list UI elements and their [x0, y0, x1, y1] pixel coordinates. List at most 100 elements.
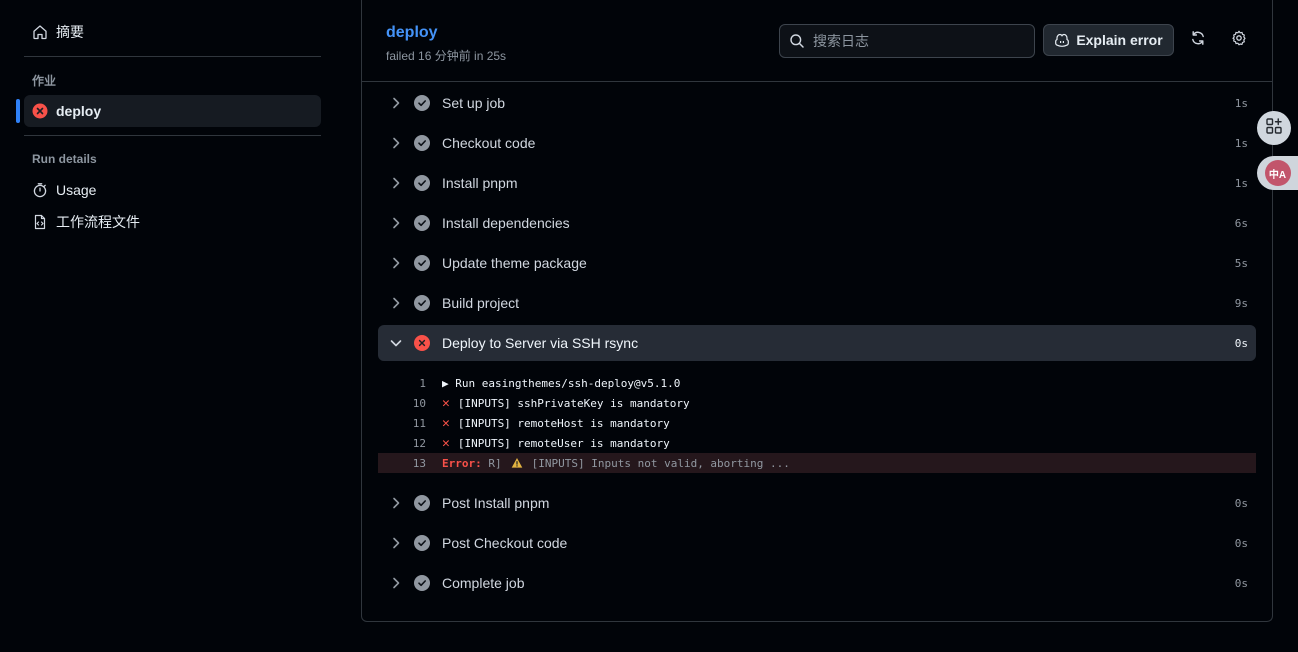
- check-circle-fill-icon: [414, 295, 430, 311]
- chevron-right-icon: [388, 175, 404, 191]
- step-log: 1 ▶ Run easingthemes/ssh-deploy@v5.1.0 1…: [378, 363, 1256, 483]
- line-number[interactable]: 11: [378, 417, 426, 430]
- step-row-failed[interactable]: Deploy to Server via SSH rsync 0s: [378, 325, 1256, 361]
- step-row[interactable]: Complete job 0s: [378, 563, 1256, 603]
- step-duration: 9s: [1234, 296, 1248, 310]
- translate-icon: 中A: [1264, 160, 1291, 186]
- step-row[interactable]: Post Install pnpm 0s: [378, 483, 1256, 523]
- log-text: [INPUTS] remoteHost is mandatory: [457, 416, 670, 430]
- line-number[interactable]: 1: [378, 377, 426, 390]
- gear-icon: [1231, 30, 1247, 51]
- sidebar-divider: [24, 135, 321, 136]
- step-name: Set up job: [442, 95, 506, 111]
- check-circle-fill-icon: [414, 215, 430, 231]
- step-duration: 0s: [1234, 536, 1248, 550]
- log-line-error[interactable]: 13 Error: R] [INPUTS] Inputs not valid, …: [378, 453, 1256, 473]
- log-line[interactable]: 12 ✕ [INPUTS] remoteUser is mandatory: [378, 433, 1256, 453]
- search-placeholder: 搜索日志: [813, 33, 869, 49]
- step-row[interactable]: Install pnpm 1s: [378, 163, 1256, 203]
- step-duration: 6s: [1234, 216, 1248, 230]
- apps-float-button[interactable]: [1257, 111, 1291, 145]
- chevron-right-icon: [388, 535, 404, 551]
- check-circle-fill-icon: [414, 535, 430, 551]
- settings-button[interactable]: [1228, 29, 1250, 51]
- log-line[interactable]: 10 ✕ [INPUTS] sshPrivateKey is mandatory: [378, 393, 1256, 413]
- check-circle-fill-icon: [414, 495, 430, 511]
- log-line[interactable]: 1 ▶ Run easingthemes/ssh-deploy@v5.1.0: [378, 373, 1256, 393]
- step-name: Install pnpm: [442, 175, 518, 191]
- chevron-right-icon: [388, 495, 404, 511]
- log-content: ✕ [INPUTS] sshPrivateKey is mandatory: [442, 396, 690, 411]
- step-name: Checkout code: [442, 135, 536, 151]
- step-duration: 0s: [1234, 576, 1248, 590]
- log-text: ▶ Run easingthemes/ssh-deploy@v5.1.0: [442, 376, 681, 390]
- step-name: Build project: [442, 295, 520, 311]
- apps-add-icon: [1265, 117, 1283, 140]
- check-circle-fill-icon: [414, 135, 430, 151]
- step-row[interactable]: Install dependencies 6s: [378, 203, 1256, 243]
- refresh-button[interactable]: [1187, 29, 1209, 51]
- jobs-heading: 作业: [32, 73, 57, 88]
- log-content: ✕ [INPUTS] remoteUser is mandatory: [442, 436, 670, 451]
- step-row[interactable]: Checkout code 1s: [378, 123, 1256, 163]
- step-duration: 0s: [1234, 336, 1248, 350]
- sidebar-item-usage[interactable]: Usage: [16, 174, 322, 206]
- check-circle-fill-icon: [414, 575, 430, 591]
- step-row[interactable]: Build project 9s: [378, 283, 1256, 323]
- step-row[interactable]: Update theme package 5s: [378, 243, 1256, 283]
- job-log-panel: deploy failed 16 分钟前 in 25s 搜索日志 Explain…: [361, 0, 1273, 622]
- log-text: [INPUTS] Inputs not valid, aborting ...: [531, 456, 790, 470]
- search-icon: [789, 33, 805, 49]
- translate-float-button[interactable]: 中A: [1257, 156, 1298, 190]
- sidebar-item-deploy[interactable]: deploy: [16, 95, 321, 127]
- check-circle-fill-icon: [414, 255, 430, 271]
- chevron-right-icon: [388, 575, 404, 591]
- x-circle-fill-icon: [32, 103, 48, 119]
- explain-error-label: Explain error: [1076, 32, 1163, 48]
- search-logs-input[interactable]: 搜索日志: [779, 24, 1035, 58]
- run-details-heading: Run details: [32, 152, 97, 166]
- chevron-right-icon: [388, 255, 404, 271]
- explain-error-button[interactable]: Explain error: [1043, 24, 1174, 56]
- sidebar-item-label: 工作流程文件: [56, 214, 140, 230]
- sidebar-item-label: deploy: [56, 103, 102, 119]
- sync-icon: [1190, 30, 1206, 51]
- log-content: Error: R] [INPUTS] Inputs not valid, abo…: [442, 457, 790, 470]
- line-number[interactable]: 12: [378, 437, 426, 450]
- file-code-icon: [32, 214, 48, 230]
- log-line[interactable]: 11 ✕ [INPUTS] remoteHost is mandatory: [378, 413, 1256, 433]
- step-row[interactable]: Post Checkout code 0s: [378, 523, 1256, 563]
- job-status-text: failed 16 分钟前 in 25s: [386, 49, 507, 63]
- home-icon: [32, 24, 48, 40]
- step-name: Install dependencies: [442, 215, 570, 231]
- chevron-right-icon: [388, 135, 404, 151]
- sidebar-item-summary[interactable]: 摘要: [16, 16, 322, 48]
- warning-icon: [511, 457, 523, 469]
- step-name: Complete job: [442, 575, 525, 591]
- check-circle-fill-icon: [414, 175, 430, 191]
- log-text: [INPUTS] remoteUser is mandatory: [457, 436, 670, 450]
- log-text: [INPUTS] sshPrivateKey is mandatory: [457, 396, 690, 410]
- sidebar-item-label: Usage: [56, 182, 97, 198]
- step-row[interactable]: Set up job 1s: [378, 83, 1256, 123]
- step-name: Post Install pnpm: [442, 495, 550, 511]
- x-circle-fill-icon: [414, 335, 430, 351]
- copilot-icon: [1054, 32, 1070, 48]
- log-text-prefix: R]: [481, 456, 502, 470]
- step-duration: 1s: [1234, 96, 1248, 110]
- job-title[interactable]: deploy: [386, 24, 438, 42]
- line-number[interactable]: 13: [378, 457, 426, 470]
- step-duration: 0s: [1234, 496, 1248, 510]
- step-duration: 5s: [1234, 256, 1248, 270]
- step-name: Deploy to Server via SSH rsync: [442, 335, 639, 351]
- step-duration: 1s: [1234, 136, 1248, 150]
- job-header: deploy failed 16 分钟前 in 25s 搜索日志 Explain…: [362, 0, 1272, 82]
- stopwatch-icon: [32, 182, 48, 198]
- line-number[interactable]: 10: [378, 397, 426, 410]
- x-mark-icon: ✕: [442, 435, 450, 451]
- chevron-down-icon: [388, 335, 404, 351]
- log-content: ✕ [INPUTS] remoteHost is mandatory: [442, 416, 670, 431]
- chevron-right-icon: [388, 215, 404, 231]
- sidebar-item-label: 摘要: [56, 24, 84, 40]
- sidebar-item-workflow-file[interactable]: 工作流程文件: [16, 206, 322, 238]
